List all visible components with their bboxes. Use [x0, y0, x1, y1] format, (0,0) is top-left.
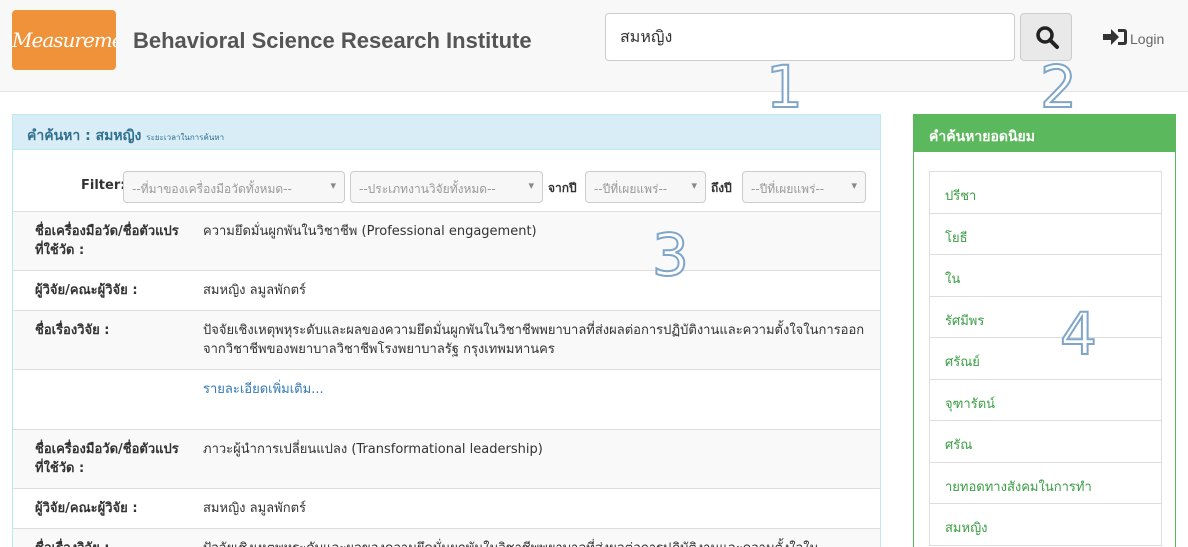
search-icon: [1036, 26, 1059, 49]
login-icon: [1103, 29, 1127, 45]
research-title-label: ชื่อเรื่องวิจัย :: [13, 310, 195, 370]
research-title-label: ชื่อเรื่องวิจัย :: [13, 528, 195, 547]
popular-item[interactable]: ศรัณย์: [930, 338, 1161, 380]
table-row: ผู้วิจัย/คณะผู้วิจัย : สมหญิง ลมูลพักตร์: [13, 270, 880, 311]
research-title-value: ปัจจัยเชิงเหตุพหุระดับและผลของความยึดมั่…: [195, 528, 880, 547]
researcher-label: ผู้วิจัย/คณะผู้วิจัย :: [13, 488, 195, 529]
measurement-logo[interactable]: Measurement: [12, 10, 116, 70]
instrument-value: ภาวะผู้นำการเปลี่ยนแปลง (Transformationa…: [195, 429, 880, 489]
source-filter-select[interactable]: --ที่มาของเครื่องมือวัดทั้งหมด--: [123, 171, 345, 203]
to-year-label: ถึงปี: [711, 181, 732, 195]
popular-searches-panel: คำค้นหายอดนิยม ปรีชา โยธี ใน รัศมีพร ศรั…: [913, 114, 1176, 547]
popular-item[interactable]: สมหญิง: [930, 504, 1161, 546]
results-heading: คำค้นหา : สมหญิง ระยะเวลาในการค้นหา: [13, 115, 880, 150]
instrument-value: ความยึดมั่นผูกพันในวิชาชีพ (Professional…: [195, 211, 880, 271]
research-title-value: ปัจจัยเชิงเหตุพหุระดับและผลของความยึดมั่…: [195, 310, 880, 370]
research-type-filter-select[interactable]: --ประเภทงานวิจัยทั้งหมด--: [350, 171, 543, 203]
query-label: คำค้นหา :: [27, 128, 91, 144]
search-time-label: ระยะเวลาในการค้นหา: [146, 133, 225, 142]
popular-item[interactable]: ปรีชา: [930, 172, 1161, 214]
login-link[interactable]: Login: [1102, 27, 1164, 47]
more-details-link[interactable]: รายละเอียดเพิ่มเติม...: [203, 382, 324, 397]
table-row: ผู้วิจัย/คณะผู้วิจัย : สมหญิง ลมูลพักตร์: [13, 488, 880, 529]
table-row: ชื่อเรื่องวิจัย : ปัจจัยเชิงเหตุพหุระดับ…: [13, 528, 880, 547]
from-year-label: จากปี: [548, 181, 577, 195]
popular-item[interactable]: ใน: [930, 255, 1161, 297]
top-navbar: Measurement Behavioral Science Research …: [0, 0, 1188, 92]
annotation-number-3: 3: [651, 221, 690, 289]
researcher-value: สมหญิง ลมูลพักตร์: [195, 488, 880, 529]
popular-item[interactable]: ศรัณ: [930, 421, 1161, 463]
table-row: ชื่อเครื่องมือวัด/ชื่อตัวแปรที่ใช้วัด : …: [13, 429, 880, 489]
site-title[interactable]: Behavioral Science Research Institute: [133, 28, 532, 54]
table-row: รายละเอียดเพิ่มเติม...: [13, 369, 880, 430]
filter-label: Filter:: [81, 178, 126, 193]
table-row: ชื่อเครื่องมือวัด/ชื่อตัวแปรที่ใช้วัด : …: [13, 211, 880, 271]
query-term: สมหญิง: [95, 128, 142, 144]
instrument-label: ชื่อเครื่องมือวัด/ชื่อตัวแปรที่ใช้วัด :: [13, 211, 195, 271]
search-results-panel: คำค้นหา : สมหญิง ระยะเวลาในการค้นหา Filt…: [12, 114, 881, 547]
popular-item[interactable]: จุฑารัตน์: [930, 380, 1161, 421]
annotation-number-4: 4: [1059, 300, 1098, 368]
from-year-select[interactable]: --ปีที่เผยแพร่--: [585, 171, 706, 203]
annotation-number-1: 1: [765, 53, 804, 121]
annotation-number-2: 2: [1039, 53, 1078, 121]
login-label: Login: [1130, 31, 1165, 47]
popular-item[interactable]: ายทอดทางสังคมในการทำ: [930, 463, 1161, 504]
researcher-label: ผู้วิจัย/คณะผู้วิจัย :: [13, 270, 195, 311]
popular-item[interactable]: โยธี: [930, 214, 1161, 255]
researcher-value: สมหญิง ลมูลพักตร์: [195, 270, 880, 311]
results-table: ชื่อเครื่องมือวัด/ชื่อตัวแปรที่ใช้วัด : …: [13, 211, 880, 547]
to-year-select[interactable]: --ปีที่เผยแพร่--: [742, 171, 866, 203]
filter-row: Filter: --ที่มาของเครื่องมือวัดทั้งหมด--…: [13, 169, 880, 203]
search-input[interactable]: [605, 13, 1015, 61]
popular-item[interactable]: รัศมีพร: [930, 297, 1161, 338]
popular-list: ปรีชา โยธี ใน รัศมีพร ศรัณย์ จุฑารัตน์ ศ…: [929, 171, 1162, 546]
instrument-label: ชื่อเครื่องมือวัด/ชื่อตัวแปรที่ใช้วัด :: [13, 429, 195, 489]
table-row: ชื่อเรื่องวิจัย : ปัจจัยเชิงเหตุพหุระดับ…: [13, 310, 880, 370]
